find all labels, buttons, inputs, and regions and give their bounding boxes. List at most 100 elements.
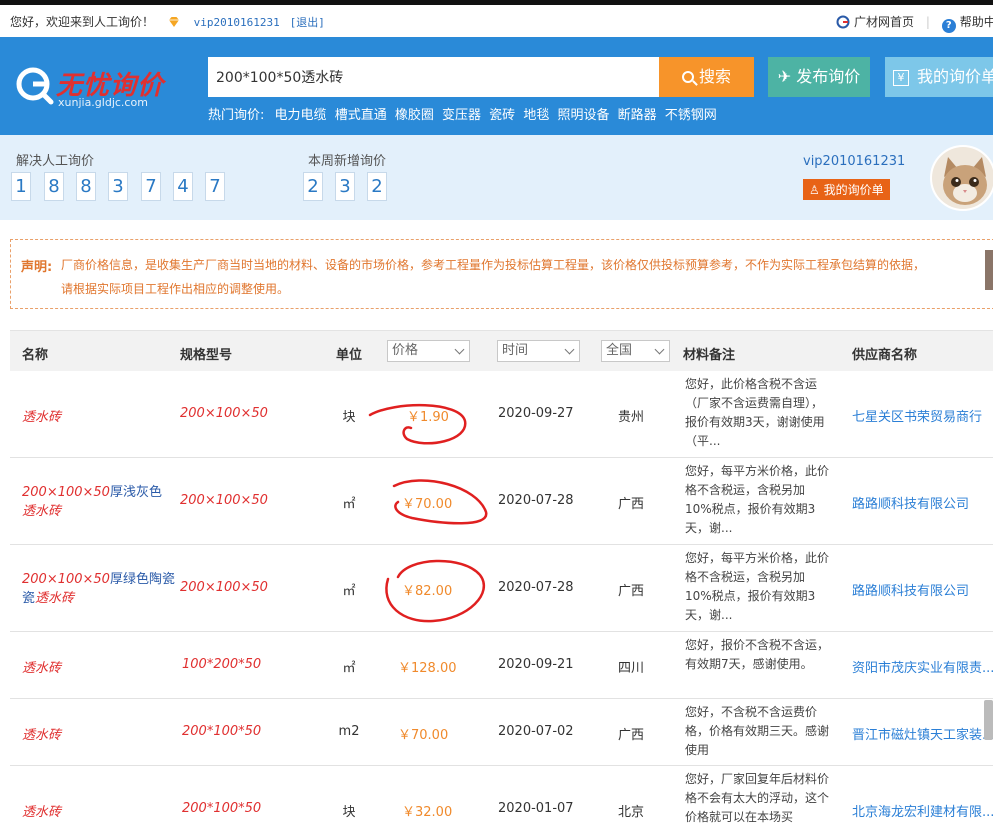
top-bar: 您好，欢迎来到人工询价！ vip2010161231 [退出] 广材网首页 | …: [0, 0, 993, 37]
header-spec: 规格型号: [180, 348, 233, 363]
hot-item[interactable]: 橡胶圈: [395, 108, 434, 123]
name-text: 厚浅灰色: [109, 485, 162, 500]
note-cell: 您好，每平方米价格，此价格不含税运，含税另加10%税点，报价有效期3天，谢...: [685, 464, 830, 535]
disclaimer-title: 声明:: [21, 260, 53, 275]
avatar[interactable]: [930, 145, 993, 211]
divider: |: [925, 15, 930, 29]
help-icon: ?: [941, 19, 956, 33]
hot-item[interactable]: 照明设备: [557, 108, 609, 123]
hot-label: 热门询价:: [208, 108, 265, 123]
supplier-link[interactable]: 晋江市磁灶镇天工家装...: [852, 724, 993, 743]
solved-digit: 8: [76, 172, 96, 201]
vip-username-link[interactable]: vip2010161231: [194, 16, 280, 29]
hot-item[interactable]: 电力电缆: [275, 108, 327, 123]
date-cell: 2020-07-28: [498, 493, 574, 508]
name-text: 透水砖: [22, 728, 62, 743]
table-row: 透水砖 200×100×50 块 ￥1.90 2020-09-27 贵州 您好，…: [10, 371, 993, 458]
supplier-link[interactable]: 七星关区书荣贸易商行: [852, 406, 982, 425]
help-link[interactable]: 帮助中心: [960, 15, 993, 29]
search-input[interactable]: [208, 57, 660, 97]
name-text: 透水砖: [22, 410, 62, 425]
hot-item[interactable]: 断路器: [618, 108, 657, 123]
price-select-value: 价格: [392, 343, 419, 358]
price-cell: ￥70.00: [398, 728, 449, 743]
home-link[interactable]: 广材网首页: [854, 15, 914, 29]
price-cell: ￥1.90: [407, 410, 449, 425]
chevron-down-icon: [564, 344, 575, 355]
hot-item[interactable]: 变压器: [442, 108, 481, 123]
supplier-link[interactable]: 路路顺科技有限公司: [852, 580, 969, 599]
kitten-avatar-icon: [932, 147, 993, 209]
region-cell: 广西: [617, 497, 644, 512]
table-header: 名称 规格型号 单位 价格 时间 全国 材料备注 供应商名称: [10, 330, 993, 371]
stats-band: 解决人工询价 1 8 8 3 7 4 7 本周新增询价 2 3 2 vip201…: [0, 135, 993, 220]
logo-domain: xunjia.gldjc.com: [58, 96, 148, 109]
note-cell: 您好，厂家回复年后材料价格不会有太大的浮动，这个价格就可以在本场买: [685, 772, 830, 824]
product-name-link[interactable]: 透水砖: [22, 724, 61, 743]
post-inquiry-button[interactable]: ✈ 发布询价: [768, 57, 870, 97]
table-row: 200×100×50厚浅灰色透水砖 200×100×50 ㎡ ￥70.00 20…: [10, 458, 993, 545]
send-icon: ✈: [777, 67, 797, 86]
my-inquiry-button[interactable]: ¥ 我的询价单: [885, 57, 993, 97]
search-button[interactable]: 搜索: [659, 57, 754, 97]
site-header: 无忧询价 xunjia.gldjc.com 搜索 ✈ 发布询价 ¥我的询价单 热…: [0, 37, 993, 135]
table-row: 200×100×50厚绿色陶瓷 瓷透水砖 200×100×50 ㎡ ￥82.00 …: [10, 545, 993, 632]
logout-link[interactable]: [退出]: [290, 16, 325, 29]
table-row: 透水砖 200*100*50 m2 ￥70.00 2020-07-02 广西 您…: [10, 699, 993, 766]
spec-cell: 200×100×50: [180, 406, 268, 421]
region-cell: 北京: [617, 805, 644, 820]
region-select-value: 全国: [606, 343, 633, 358]
name-text: 透水砖: [35, 591, 75, 606]
name-text: 透水砖: [22, 504, 62, 519]
date-cell: 2020-09-27: [498, 406, 574, 421]
unit-cell: 块: [342, 805, 356, 820]
price-cell: ￥32.00: [402, 805, 453, 820]
note-cell: 您好，不含税不含运费价格，价格有效期三天。感谢使用: [685, 705, 830, 757]
header-note: 材料备注: [683, 348, 736, 363]
unit-cell: ㎡: [342, 497, 356, 512]
region-cell: 广西: [617, 728, 644, 743]
scrollbar-thumb[interactable]: [984, 700, 993, 740]
supplier-link[interactable]: 北京海龙宏利建材有限...: [852, 801, 993, 820]
hot-item[interactable]: 不锈钢网: [665, 108, 717, 123]
post-inquiry-label: 发布询价: [796, 67, 861, 86]
price-cell: ￥70.00: [402, 497, 453, 512]
region-cell: 广西: [617, 584, 644, 599]
product-name-link[interactable]: 透水砖: [22, 406, 61, 425]
note-cell: 您好，每平方米价格，此价格不含税运，含税另加10%税点，报价有效期3天，谢...: [685, 551, 830, 622]
supplier-link[interactable]: 资阳市茂庆实业有限责...: [852, 657, 993, 676]
product-name-link[interactable]: 200×100×50厚浅灰色透水砖: [22, 483, 162, 521]
header-name: 名称: [22, 348, 49, 363]
my-list-label: 我的询价单: [823, 183, 884, 197]
unit-cell: ㎡: [342, 661, 356, 676]
disclaimer-line: 厂商价格信息，是收集生产厂商当时当地的材料、设备的市场价格，参考工程量作为投标估…: [61, 258, 926, 272]
stats-username[interactable]: vip2010161231: [803, 154, 905, 169]
region-select[interactable]: 全国: [601, 340, 670, 362]
name-text: 200×100×50: [22, 485, 110, 500]
my-list-badge[interactable]: ♙ 我的询价单: [803, 179, 890, 200]
product-name-link[interactable]: 200×100×50厚绿色陶瓷 瓷透水砖: [22, 570, 175, 608]
side-float-tab[interactable]: [985, 250, 993, 290]
price-sort-select[interactable]: 价格: [387, 340, 470, 362]
chevron-down-icon: [654, 344, 665, 355]
supplier-link[interactable]: 路路顺科技有限公司: [852, 493, 969, 512]
note-cell: 您好，此价格含税不含运（厂家不含运费需自理），报价有效期3天，谢谢使用（平...: [685, 377, 825, 448]
logo-g-icon: [16, 67, 54, 105]
date-cell: 2020-07-28: [498, 580, 574, 595]
header-supplier: 供应商名称: [852, 348, 918, 363]
hot-searches: 热门询价: 电力电缆 槽式直通 橡胶圈 变压器 瓷砖 地毯 照明设备 断路器 不…: [208, 104, 721, 123]
region-cell: 四川: [617, 661, 644, 676]
product-name-link[interactable]: 透水砖: [22, 657, 61, 676]
date-cell: 2020-07-02: [498, 724, 574, 739]
note-cell: 您好，报价不含税不含运，有效期7天，感谢使用。: [685, 638, 830, 671]
hot-item[interactable]: 地毯: [523, 108, 549, 123]
chevron-down-icon: [454, 344, 465, 355]
solved-digit: 3: [108, 172, 128, 201]
hot-item[interactable]: 槽式直通: [335, 108, 387, 123]
time-sort-select[interactable]: 时间: [497, 340, 580, 362]
product-name-link[interactable]: 透水砖: [22, 801, 61, 820]
table-row: 透水砖 200*100*50 块 ￥32.00 2020-01-07 北京 您好…: [10, 766, 993, 828]
hot-item[interactable]: 瓷砖: [489, 108, 515, 123]
search-icon: [681, 71, 694, 83]
name-text: 厚绿色陶瓷: [109, 572, 175, 587]
